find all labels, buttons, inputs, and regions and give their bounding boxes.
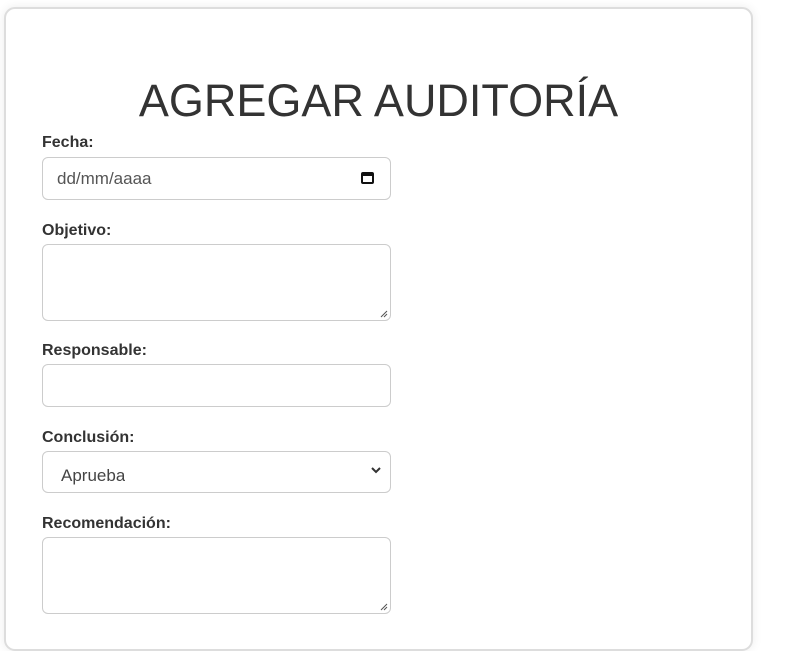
responsable-label: Responsable: — [42, 342, 147, 359]
recomendacion-label: Recomendación: — [42, 515, 171, 532]
conclusion-label: Conclusión: — [42, 429, 135, 446]
recomendacion-textarea[interactable] — [42, 537, 391, 614]
page-title: AGREGAR AUDITORÍA — [138, 75, 619, 126]
objetivo-label: Objetivo: — [42, 222, 112, 239]
conclusion-selected-value: Aprueba — [61, 466, 126, 485]
conclusion-select[interactable]: Aprueba — [42, 451, 391, 493]
calendar-icon[interactable] — [361, 172, 374, 184]
fecha-date-input[interactable]: dd/mm/aaaa — [42, 157, 391, 200]
objetivo-textarea[interactable] — [42, 244, 391, 321]
fecha-placeholder: dd/mm/aaaa — [57, 169, 152, 188]
chevron-down-icon — [370, 464, 382, 476]
fecha-label: Fecha: — [42, 134, 94, 151]
resize-handle-icon[interactable] — [379, 602, 388, 611]
responsable-input[interactable] — [42, 364, 391, 407]
resize-handle-icon[interactable] — [379, 309, 388, 318]
